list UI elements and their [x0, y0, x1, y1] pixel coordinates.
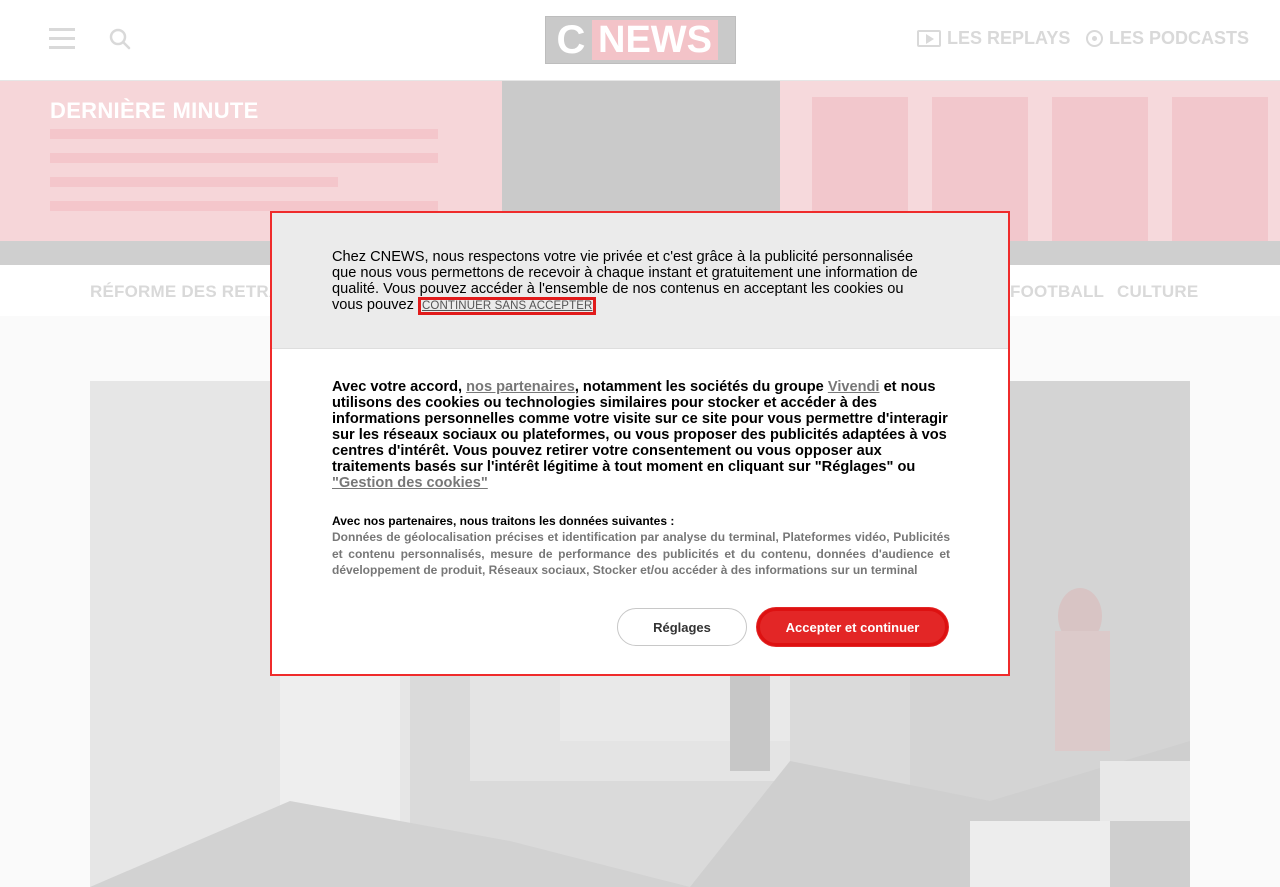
search-icon[interactable]	[108, 27, 132, 51]
loading-placeholder	[50, 153, 438, 163]
thumbnail-placeholder[interactable]	[1052, 97, 1148, 241]
cookie-intro-paragraph: Chez CNEWS, nous respectons votre vie pr…	[332, 249, 932, 315]
thumbnail-placeholder[interactable]	[1172, 97, 1268, 241]
category-culture[interactable]: CULTURE	[1117, 282, 1198, 302]
cookie-management-link[interactable]: "Gestion des cookies"	[332, 475, 488, 491]
loading-placeholder	[50, 201, 438, 211]
continue-without-accepting-link[interactable]: CONTINUER SANS ACCEPTER	[418, 297, 597, 315]
settings-button[interactable]: Réglages	[617, 608, 747, 646]
cnews-logo[interactable]: C NEWS	[545, 16, 736, 64]
consent-mid: , notamment les sociétés du groupe	[574, 379, 824, 395]
hamburger-menu-icon[interactable]	[49, 28, 75, 50]
podcast-icon	[1086, 30, 1103, 47]
partners-link[interactable]: nos partenaires	[466, 379, 575, 395]
site-header: C NEWS LES REPLAYS LES PODCASTS	[0, 0, 1280, 81]
logo-c: C	[556, 18, 586, 62]
vivendi-link[interactable]: Vivendi	[828, 379, 880, 395]
replays-link[interactable]: LES REPLAYS	[917, 28, 1070, 49]
play-icon	[917, 30, 941, 47]
loading-placeholder	[50, 177, 338, 187]
accept-continue-button[interactable]: Accepter et continuer	[757, 608, 948, 646]
replays-label: LES REPLAYS	[947, 28, 1071, 48]
loading-placeholder	[50, 129, 438, 139]
cookie-intro-section: Chez CNEWS, nous respectons votre vie pr…	[272, 213, 1008, 349]
category-football[interactable]: FOOTBALL	[1010, 282, 1104, 302]
data-processing-title: Avec nos partenaires, nous traitons les …	[332, 514, 675, 528]
cookie-consent-text: Avec votre accord, nos partenaires, nota…	[332, 379, 950, 491]
breaking-news-title: DERNIÈRE MINUTE	[50, 98, 259, 123]
cookie-consent-modal: Chez CNEWS, nous respectons votre vie pr…	[270, 211, 1010, 676]
podcasts-link[interactable]: LES PODCASTS	[1086, 28, 1249, 49]
data-processing-list: Données de géolocalisation précises et i…	[332, 530, 950, 577]
consent-prefix: Avec votre accord,	[332, 379, 463, 395]
logo-news: NEWS	[592, 20, 718, 60]
podcasts-label: LES PODCASTS	[1109, 28, 1250, 48]
